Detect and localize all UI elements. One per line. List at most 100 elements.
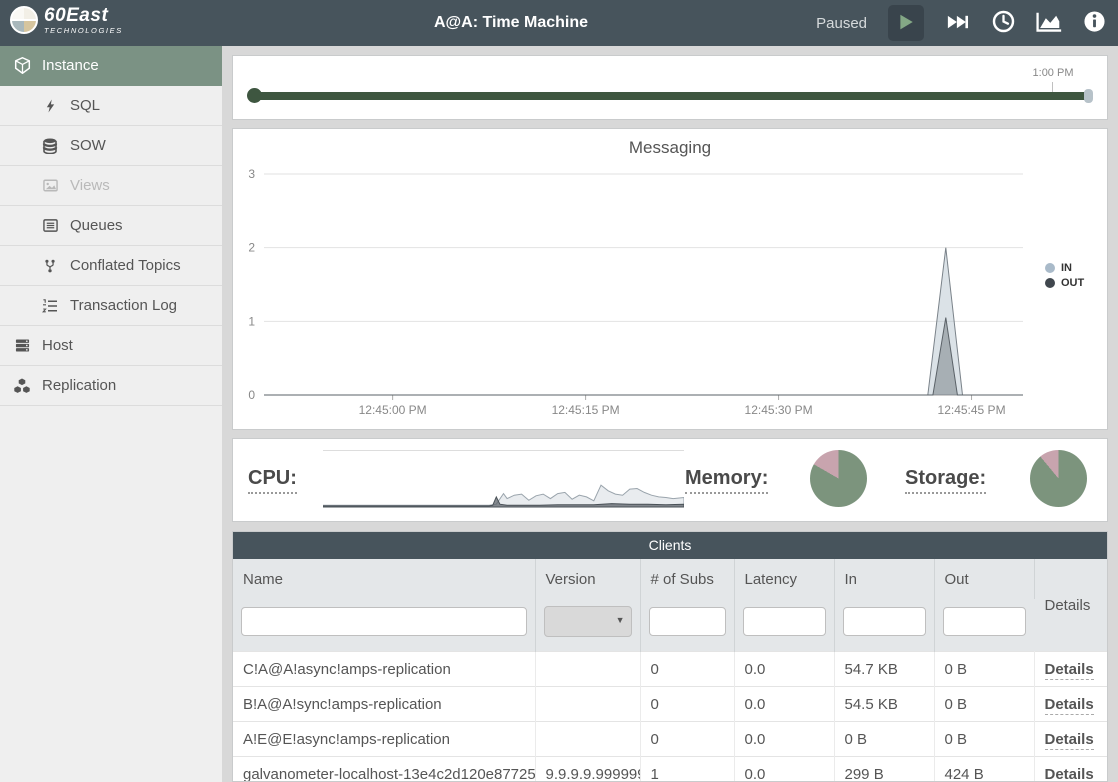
- svg-text:12:45:15 PM: 12:45:15 PM: [552, 403, 620, 417]
- svg-text:1: 1: [248, 314, 255, 328]
- column-header-version[interactable]: Version: [535, 559, 640, 599]
- sidebar-item-conflated-topics[interactable]: Conflated Topics: [0, 246, 222, 286]
- database-icon: [40, 138, 60, 154]
- sidebar-item-label: Replication: [42, 377, 116, 394]
- details-link[interactable]: Details: [1045, 766, 1094, 782]
- cell-version: [535, 687, 640, 722]
- server-icon: [12, 338, 32, 354]
- play-button[interactable]: [888, 5, 924, 41]
- sidebar-item-label: SOW: [70, 137, 106, 154]
- playback-controls: Paused: [816, 0, 1106, 46]
- sidebar-item-label: Queues: [70, 217, 123, 234]
- cell-latency: 0.0: [734, 757, 834, 782]
- chevron-down-icon: ▼: [616, 615, 625, 625]
- cpu-label: CPU:: [248, 467, 297, 494]
- table-row: A!E@E!async!amps-replication00.00 B0 BDe…: [233, 722, 1107, 757]
- timeline-tick-mark: [1052, 82, 1053, 92]
- bolt-icon: [40, 98, 60, 114]
- subs-filter-input[interactable]: [649, 607, 726, 636]
- cell-in: 299 B: [834, 757, 934, 782]
- chart-legend: IN OUT: [1045, 262, 1084, 289]
- logo-primary-text: 60East: [44, 6, 123, 25]
- cell-in: 54.7 KB: [834, 652, 934, 687]
- in-filter-input[interactable]: [843, 607, 926, 636]
- cpu-sparkline-chart: [323, 450, 684, 509]
- details-link[interactable]: Details: [1045, 661, 1094, 680]
- legend-in-label: IN: [1061, 262, 1072, 274]
- cell-name: C!A@A!async!amps-replication: [233, 652, 535, 687]
- sidebar-item-views: Views: [0, 166, 222, 206]
- clients-panel: Clients Name Version # of Subs Latency I…: [232, 531, 1108, 782]
- memory-label: Memory:: [685, 467, 768, 494]
- clients-table-title: Clients: [233, 532, 1107, 559]
- timeline-panel: 1:00 PM: [232, 55, 1108, 120]
- column-header-latency[interactable]: Latency: [734, 559, 834, 599]
- details-link[interactable]: Details: [1045, 696, 1094, 715]
- out-filter-input[interactable]: [943, 607, 1027, 636]
- timeline-slider-right-handle[interactable]: [1084, 89, 1093, 103]
- cell-subs: 0: [640, 687, 734, 722]
- sidebar-item-transaction-log[interactable]: Transaction Log: [0, 286, 222, 326]
- cell-out: 0 B: [934, 722, 1034, 757]
- cell-latency: 0.0: [734, 722, 834, 757]
- fast-forward-button[interactable]: [945, 13, 971, 34]
- cell-latency: 0.0: [734, 687, 834, 722]
- cell-out: 0 B: [934, 652, 1034, 687]
- image-icon: [40, 178, 60, 194]
- column-header-name[interactable]: Name: [233, 559, 535, 599]
- sidebar-item-sow[interactable]: SOW: [0, 126, 222, 166]
- cell-version: [535, 652, 640, 687]
- timeline-slider[interactable]: [250, 92, 1091, 100]
- sidebar-item-label: Transaction Log: [70, 297, 177, 314]
- memory-pie-chart: [810, 450, 867, 507]
- sidebar-item-queues[interactable]: Queues: [0, 206, 222, 246]
- time-history-button[interactable]: [992, 10, 1015, 36]
- storage-pie-chart: [1030, 450, 1087, 507]
- sidebar-item-replication[interactable]: Replication: [0, 366, 222, 406]
- messaging-chart-panel: 012312:45:00 PM12:45:15 PM12:45:30 PM12:…: [232, 128, 1108, 430]
- column-header-out[interactable]: Out: [934, 559, 1034, 599]
- sidebar-item-host[interactable]: Host: [0, 326, 222, 366]
- cell-name: B!A@A!sync!amps-replication: [233, 687, 535, 722]
- svg-text:0: 0: [248, 388, 255, 402]
- svg-text:12:45:45 PM: 12:45:45 PM: [938, 403, 1006, 417]
- version-filter-select[interactable]: ▼: [544, 606, 632, 637]
- sidebar-item-label: Host: [42, 337, 73, 354]
- legend-out-label: OUT: [1061, 277, 1084, 289]
- clients-table: Name Version # of Subs Latency In Out De…: [233, 559, 1107, 782]
- sidebar-item-sql[interactable]: SQL: [0, 86, 222, 126]
- column-header-subs[interactable]: # of Subs: [640, 559, 734, 599]
- cell-details: Details: [1034, 722, 1107, 757]
- sidebar-item-label: Instance: [42, 57, 99, 74]
- legend-in-dot: [1045, 263, 1055, 273]
- storage-label: Storage:: [905, 467, 986, 494]
- messaging-chart: 012312:45:00 PM12:45:15 PM12:45:30 PM12:…: [233, 129, 1107, 427]
- info-button[interactable]: [1083, 10, 1106, 36]
- logo-secondary-text: TECHNOLOGIES: [44, 27, 123, 35]
- details-link[interactable]: Details: [1045, 731, 1094, 750]
- cell-in: 54.5 KB: [834, 687, 934, 722]
- cell-name: galvanometer-localhost-13e4c2d120e877253…: [233, 757, 535, 782]
- cell-out: 424 B: [934, 757, 1034, 782]
- timeline-tick-label: 1:00 PM: [1027, 67, 1079, 79]
- svg-text:12:45:00 PM: 12:45:00 PM: [359, 403, 427, 417]
- sidebar-item-instance[interactable]: Instance: [0, 46, 222, 86]
- timeline-slider-left-handle[interactable]: [247, 88, 262, 103]
- info-icon: [1083, 10, 1106, 36]
- cell-details: Details: [1034, 652, 1107, 687]
- cubes-icon: [12, 378, 32, 394]
- app-logo[interactable]: 60East TECHNOLOGIES: [10, 6, 123, 35]
- fork-icon: [40, 258, 60, 274]
- name-filter-input[interactable]: [241, 607, 527, 636]
- resources-panel: CPU: Memory: Storage:: [232, 438, 1108, 522]
- charts-view-button[interactable]: [1036, 12, 1062, 35]
- legend-item-out: OUT: [1045, 277, 1084, 289]
- fast-forward-icon: [945, 13, 971, 34]
- top-bar: 60East TECHNOLOGIES A@A: Time Machine Pa…: [0, 0, 1118, 46]
- latency-filter-input[interactable]: [743, 607, 826, 636]
- ordered-list-icon: [40, 298, 60, 314]
- sidebar-item-label: SQL: [70, 97, 100, 114]
- cube-icon: [12, 58, 32, 74]
- column-header-details: Details: [1034, 559, 1107, 652]
- column-header-in[interactable]: In: [834, 559, 934, 599]
